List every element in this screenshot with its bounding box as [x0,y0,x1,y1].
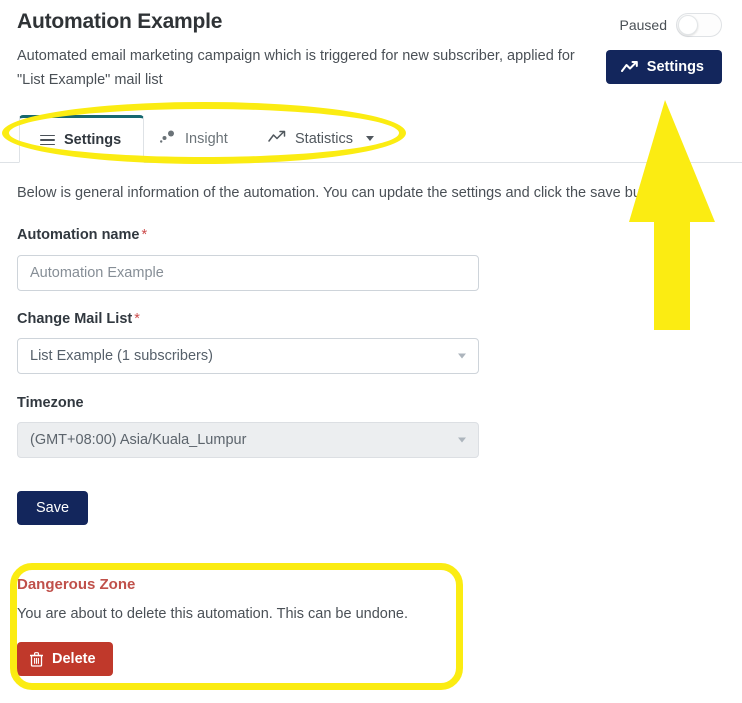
tab-insight[interactable]: Insight [160,115,228,162]
delete-button-label: Delete [52,651,96,667]
paused-toggle[interactable] [676,13,722,37]
change-mail-list-select[interactable]: List Example (1 subscribers) [17,338,479,374]
tab-insight-label: Insight [185,130,228,147]
delete-button[interactable]: Delete [17,642,113,676]
change-mail-list-label: Change Mail List * [17,311,140,327]
automation-name-label: Automation name * [17,227,148,243]
page-description: Automated email marketing campaign which… [17,48,575,88]
paused-label: Paused [619,17,667,33]
change-mail-list-value: List Example (1 subscribers) [30,348,213,364]
timezone-value: (GMT+08:00) Asia/Kuala_Lumpur [30,432,247,448]
chevron-down-icon [458,353,466,359]
chevron-down-icon [366,136,375,141]
chart-line-icon [620,61,638,73]
dangerous-zone-message: You are about to delete this automation.… [17,606,408,622]
chart-line-icon [268,130,286,147]
page-title: Automation Example [17,10,223,33]
tab-settings-label: Settings [64,132,122,148]
chevron-down-icon [458,437,466,443]
tab-settings[interactable]: Settings [19,115,145,163]
tab-statistics-label: Statistics [295,130,354,147]
required-marker: * [141,227,148,243]
dangerous-zone-title: Dangerous Zone [17,576,136,593]
hamburger-icon [40,132,55,149]
settings-button[interactable]: Settings [605,50,722,84]
save-button[interactable]: Save [17,491,89,525]
tabs-bar: Settings Insight Statistics [0,115,742,163]
required-marker: * [134,311,140,327]
scatter-chart-icon [160,130,176,148]
automation-name-input[interactable] [17,255,479,291]
toggle-knob [678,15,698,35]
paused-toggle-group: Paused [620,13,722,37]
timezone-label: Timezone [17,395,84,411]
tab-statistics[interactable]: Statistics [268,115,375,162]
settings-button-label: Settings [646,59,704,75]
timezone-select[interactable]: (GMT+08:00) Asia/Kuala_Lumpur [17,422,479,458]
trash-icon [30,651,43,667]
intro-text: Below is general information of the auto… [17,185,670,201]
